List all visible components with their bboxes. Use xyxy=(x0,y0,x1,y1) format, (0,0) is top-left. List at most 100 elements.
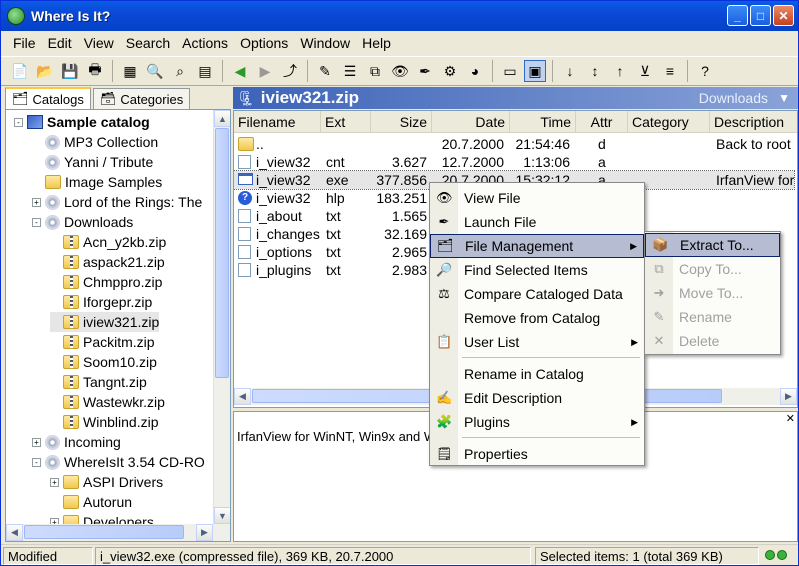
tree-item[interactable]: Wastewkr.zip xyxy=(50,392,165,412)
menu-search[interactable]: Search xyxy=(120,35,176,51)
list-view-icon[interactable]: ▭ xyxy=(499,60,521,82)
search-icon[interactable]: 🔍 xyxy=(144,60,166,82)
menu-window[interactable]: Window xyxy=(294,35,356,51)
context-menu-item[interactable]: 📋 User List ▶ xyxy=(430,330,644,354)
find-icon[interactable]: ⌕ xyxy=(169,60,191,82)
submenu-item[interactable]: 📦 Extract To... xyxy=(645,233,780,257)
tree-item[interactable]: Acn_y2kb.zip xyxy=(50,232,166,252)
tree-item[interactable]: Soom10.zip xyxy=(50,352,157,372)
tree-item[interactable]: aspack21.zip xyxy=(50,252,165,272)
tree-item[interactable]: Autorun xyxy=(50,492,132,512)
close-button[interactable]: ✕ xyxy=(773,5,794,26)
new-icon[interactable]: 📄 xyxy=(9,60,31,82)
tab-categories[interactable]: 🗃 Categories xyxy=(92,88,191,109)
hscroll-thumb[interactable] xyxy=(24,525,184,539)
context-menu-item[interactable]: ✍ Edit Description xyxy=(430,386,644,410)
context-menu-item[interactable]: 🗒 Properties xyxy=(430,442,644,466)
close-desc-icon[interactable]: ✕ xyxy=(786,412,795,425)
menu-options[interactable]: Options xyxy=(234,35,294,51)
file-row[interactable]: i_view32 cnt 3.627 12.7.2000 1:13:06 a xyxy=(234,153,794,171)
menu-file[interactable]: File xyxy=(7,35,42,51)
properties-icon[interactable]: ☰ xyxy=(339,60,361,82)
menu-help[interactable]: Help xyxy=(356,35,397,51)
forward-icon[interactable]: ▶ xyxy=(254,60,276,82)
tree-item[interactable]: + ASPI Drivers xyxy=(50,472,163,492)
tree-item[interactable]: + Incoming xyxy=(32,432,121,452)
col-time[interactable]: Time xyxy=(510,111,576,132)
context-menu-item[interactable]: Remove from Catalog xyxy=(430,306,644,330)
print-icon[interactable]: 🖶 xyxy=(84,60,106,82)
collapse-icon[interactable]: - xyxy=(32,457,41,467)
color-icon[interactable]: ◕ xyxy=(464,60,486,82)
report-icon[interactable]: ▤ xyxy=(194,60,216,82)
context-menu-item[interactable]: ✒ Launch File xyxy=(430,210,644,234)
tree-item[interactable]: + Lord of the Rings: The xyxy=(32,192,202,212)
sort-az-icon[interactable]: ↓ xyxy=(559,60,581,82)
open-icon[interactable]: 📂 xyxy=(34,60,56,82)
col-date[interactable]: Date xyxy=(432,111,510,132)
menu-view[interactable]: View xyxy=(78,35,120,51)
thumbnail-icon[interactable]: ▣ xyxy=(524,60,546,82)
col-description[interactable]: Description xyxy=(710,111,797,132)
expand-icon[interactable]: + xyxy=(32,197,41,207)
context-menu-item[interactable]: ⚖ Compare Cataloged Data xyxy=(430,282,644,306)
context-menu-item[interactable]: 🗂 File Management ▶ xyxy=(430,234,644,258)
view-icon[interactable]: ⧉ xyxy=(364,60,386,82)
tree-item[interactable]: Tangnt.zip xyxy=(50,372,147,392)
context-menu-item[interactable]: Rename in Catalog xyxy=(430,362,644,386)
context-menu-item[interactable]: 👁 View File xyxy=(430,186,644,210)
up-icon[interactable]: ⤴ xyxy=(279,60,301,82)
scroll-down-icon[interactable]: ▼ xyxy=(214,507,230,524)
catalog-icon[interactable]: ▦ xyxy=(119,60,141,82)
save-icon[interactable]: 💾 xyxy=(59,60,81,82)
tree-item[interactable]: Yanni / Tribute xyxy=(32,152,153,172)
expand-icon[interactable]: + xyxy=(32,437,41,447)
scroll-right-icon[interactable]: ▶ xyxy=(780,388,797,405)
filter-icon[interactable]: ⊻ xyxy=(634,60,656,82)
edit-icon[interactable]: ✎ xyxy=(314,60,336,82)
minimize-button[interactable]: _ xyxy=(727,5,748,26)
scroll-left-icon[interactable]: ◀ xyxy=(234,388,251,405)
context-menu-item[interactable]: 🧩 Plugins ▶ xyxy=(430,410,644,434)
tree-item[interactable]: Winblind.zip xyxy=(50,412,158,432)
tree-item[interactable]: MP3 Collection xyxy=(32,132,158,152)
scroll-up-icon[interactable]: ▲ xyxy=(214,110,230,127)
sort-num-icon[interactable]: ↕ xyxy=(584,60,606,82)
eye-icon[interactable]: 👁 xyxy=(389,60,411,82)
col-filename[interactable]: Filename xyxy=(234,111,321,132)
scroll-right-icon[interactable]: ▶ xyxy=(196,524,213,541)
tree-item[interactable]: Packitm.zip xyxy=(50,332,155,352)
scroll-left-icon[interactable]: ◀ xyxy=(6,524,23,541)
pen-icon[interactable]: ✒ xyxy=(414,60,436,82)
col-attr[interactable]: Attr xyxy=(576,111,628,132)
col-category[interactable]: Category xyxy=(628,111,710,132)
tab-catalogs[interactable]: 🗂 Catalogs xyxy=(5,87,91,109)
back-icon[interactable]: ◀ xyxy=(229,60,251,82)
sort-za-icon[interactable]: ↑ xyxy=(609,60,631,82)
path-dropdown-icon[interactable]: ▼ xyxy=(778,91,790,105)
tree-item[interactable]: - Downloads xyxy=(32,212,133,232)
tree-item[interactable]: Image Samples xyxy=(32,172,162,192)
col-size[interactable]: Size xyxy=(371,111,432,132)
title-bar[interactable]: Where Is It? _ □ ✕ xyxy=(1,1,798,31)
catalog-tree[interactable]: - Sample catalog MP3 Collection Yanni / Tri… xyxy=(5,109,231,542)
maximize-button[interactable]: □ xyxy=(750,5,771,26)
tree-item[interactable]: - Sample catalog xyxy=(14,112,150,132)
collapse-icon[interactable]: - xyxy=(32,217,41,227)
col-ext[interactable]: Ext xyxy=(321,111,371,132)
tree-hscrollbar[interactable]: ◀ ▶ xyxy=(6,524,230,541)
tree-item[interactable]: iview321.zip xyxy=(50,312,160,332)
sort-text-icon[interactable]: ≡ xyxy=(659,60,681,82)
menu-actions[interactable]: Actions xyxy=(176,35,234,51)
menu-edit[interactable]: Edit xyxy=(42,35,78,51)
help-icon[interactable]: ? xyxy=(694,60,716,82)
plugin-icon[interactable]: ⚙ xyxy=(439,60,461,82)
tree-vscrollbar[interactable]: ▲ ▼ xyxy=(213,110,230,524)
context-menu-item[interactable]: 🔎 Find Selected Items xyxy=(430,258,644,282)
file-row[interactable]: .. 20.7.2000 21:54:46 d Back to root xyxy=(234,135,794,153)
tree-item[interactable]: - WhereIsIt 3.54 CD-RO xyxy=(32,452,205,472)
tree-item[interactable]: Chmppro.zip xyxy=(50,272,162,292)
tree-item[interactable]: Iforgepr.zip xyxy=(50,292,152,312)
scroll-thumb[interactable] xyxy=(215,128,229,378)
expand-icon[interactable]: + xyxy=(50,477,59,487)
